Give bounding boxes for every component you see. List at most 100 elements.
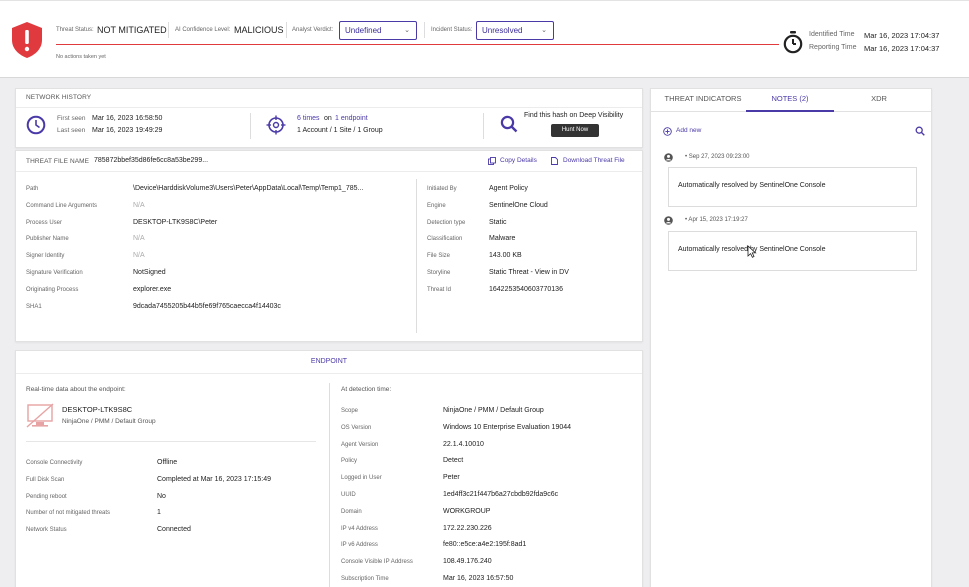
- field-label: Storyline: [427, 270, 451, 276]
- field-label: Initiated By: [427, 186, 457, 192]
- download-threat-file-link[interactable]: Download Threat File: [563, 157, 625, 164]
- field-value: SentinelOne Cloud: [489, 201, 548, 209]
- divider: [250, 113, 251, 139]
- scope-summary: 1 Account / 1 Site / 1 Group: [297, 127, 383, 134]
- ai-confidence-value: MALICIOUS: [234, 25, 284, 35]
- mouse-cursor-icon: [747, 245, 757, 258]
- chevron-down-icon: ⌄: [404, 27, 410, 34]
- add-new-note-link[interactable]: Add new: [676, 127, 701, 134]
- times-link[interactable]: 6 times: [297, 115, 320, 122]
- threat-file-name: 785872bbef35d86fe6cc8a53be299...: [94, 157, 209, 164]
- field-label: Engine: [427, 202, 446, 209]
- crosshair-icon: [266, 115, 286, 135]
- note-timestamp: • Sep 27, 2023 09:23:00: [685, 154, 750, 160]
- realtime-label: Real-time data about the endpoint:: [26, 386, 126, 393]
- field-label: Number of not mitigated threats: [26, 510, 111, 517]
- field-value: Offline: [157, 459, 178, 466]
- note-card[interactable]: Automatically resolved by SentinelOne Co…: [668, 167, 917, 207]
- divider: [483, 113, 484, 139]
- analyst-verdict-label: Analyst Verdict:: [292, 27, 334, 33]
- field-value: explorer.exe: [133, 285, 172, 293]
- field-value: Connected: [157, 526, 191, 534]
- field-label: Logged in User: [341, 475, 382, 482]
- field-value: 108.49.176.240: [443, 558, 492, 566]
- field-value: Malware: [489, 235, 516, 243]
- divider: [329, 383, 330, 587]
- incident-status-select[interactable]: Unresolved ⌄: [476, 21, 554, 40]
- stopwatch-icon: [783, 31, 803, 54]
- reporting-time-value: Mar 16, 2023 17:04:37: [864, 44, 940, 53]
- field-label: Command Line Arguments: [26, 202, 98, 209]
- user-avatar-icon: [664, 153, 673, 162]
- field-value: NinjaOne / PMM / Default Group: [443, 407, 544, 414]
- network-history-title: NETWORK HISTORY: [26, 94, 92, 101]
- hunt-hint: Find this hash on Deep Visibility: [524, 112, 624, 119]
- field-label: OS Version: [341, 424, 372, 431]
- divider: [168, 22, 169, 38]
- threat-status-value: NOT MITIGATED: [97, 25, 167, 35]
- endpoint-name[interactable]: DESKTOP-LTK9S8C: [62, 405, 132, 414]
- note-card[interactable]: Automatically resolved by SentinelOne Co…: [668, 231, 917, 271]
- field-label: Publisher Name: [26, 236, 69, 243]
- clock-icon: [26, 115, 46, 135]
- field-value: 9dcada7455205b44b5fe69f765caecca4f14403c: [133, 302, 281, 310]
- divider: [286, 22, 287, 38]
- field-label: Full Disk Scan: [26, 476, 65, 483]
- hunt-now-button[interactable]: Hunt Now: [551, 124, 599, 137]
- threat-file-label: THREAT FILE NAME: [26, 158, 90, 165]
- desktop-disconnected-icon: [26, 403, 54, 428]
- user-avatar-icon: [664, 216, 673, 225]
- field-label: IP v6 Address: [341, 542, 378, 549]
- field-label: File Size: [427, 253, 451, 260]
- last-seen-label: Last seen: [57, 127, 86, 134]
- field-label: IP v4 Address: [341, 525, 378, 532]
- field-value: \Device\HarddiskVolume3\Users\Peter\AppD…: [133, 185, 364, 192]
- divider: [26, 441, 316, 442]
- tab-threat-indicators[interactable]: THREAT INDICATORS: [650, 94, 756, 103]
- endpoint-panel: ENDPOINT Real-time data about the endpoi…: [15, 350, 643, 587]
- incident-status-label: Incident Status:: [431, 27, 473, 33]
- field-value: 22.1.4.10010: [443, 440, 484, 448]
- field-value: Mar 16, 2023 16:57:50: [443, 575, 514, 582]
- field-value: 143.00 KB: [489, 252, 522, 260]
- field-label: UUID: [341, 492, 356, 498]
- shield-alert-icon: [12, 22, 42, 58]
- incident-status-value: Unresolved: [482, 26, 523, 35]
- ai-confidence-label: AI Confidence Level:: [175, 27, 231, 33]
- field-label: Path: [26, 186, 39, 192]
- plus-circle-icon[interactable]: [663, 127, 672, 136]
- divider: [416, 179, 417, 333]
- field-value: fe80::e5ce:a4e2:195f:8ad1: [443, 541, 527, 549]
- field-value: NotSigned: [133, 269, 166, 276]
- divider: [16, 171, 642, 172]
- threat-header: Threat Status: NOT MITIGATED AI Confiden…: [0, 0, 969, 78]
- field-value: 1642253540603770136: [489, 285, 563, 293]
- endpoint-link[interactable]: 1 endpoint: [335, 115, 368, 122]
- field-value: N/A: [133, 252, 145, 260]
- field-value: 1: [157, 509, 161, 517]
- field-label: Detection type: [427, 219, 466, 226]
- field-label: Originating Process: [26, 286, 79, 293]
- search-icon[interactable]: [915, 126, 925, 136]
- detection-time-label: At detection time:: [341, 386, 392, 393]
- divider: [16, 107, 642, 108]
- status-progress-line: [56, 44, 779, 45]
- on-label: on: [324, 115, 332, 122]
- field-value: Agent Policy: [489, 185, 528, 192]
- last-seen-value: Mar 16, 2023 19:49:29: [92, 127, 163, 134]
- copy-details-link[interactable]: Copy Details: [500, 157, 537, 164]
- note-text: Automatically resolved by SentinelOne Co…: [678, 182, 826, 189]
- field-label: Agent Version: [341, 441, 379, 448]
- field-label: Process User: [26, 219, 63, 226]
- field-label: Scope: [341, 408, 359, 414]
- active-tab-indicator: [746, 110, 834, 112]
- field-value: No: [157, 492, 166, 500]
- field-value: Static Threat - View in DV: [489, 269, 569, 276]
- actions-note: No actions taken yet: [56, 54, 106, 60]
- tab-xdr[interactable]: XDR: [834, 94, 924, 103]
- analyst-verdict-select[interactable]: Undefined ⌄: [339, 21, 417, 40]
- field-label: Threat Id: [427, 286, 452, 293]
- search-icon: [500, 115, 518, 133]
- tab-notes[interactable]: NOTES (2): [746, 94, 834, 103]
- field-label: Console Connectivity: [26, 460, 83, 466]
